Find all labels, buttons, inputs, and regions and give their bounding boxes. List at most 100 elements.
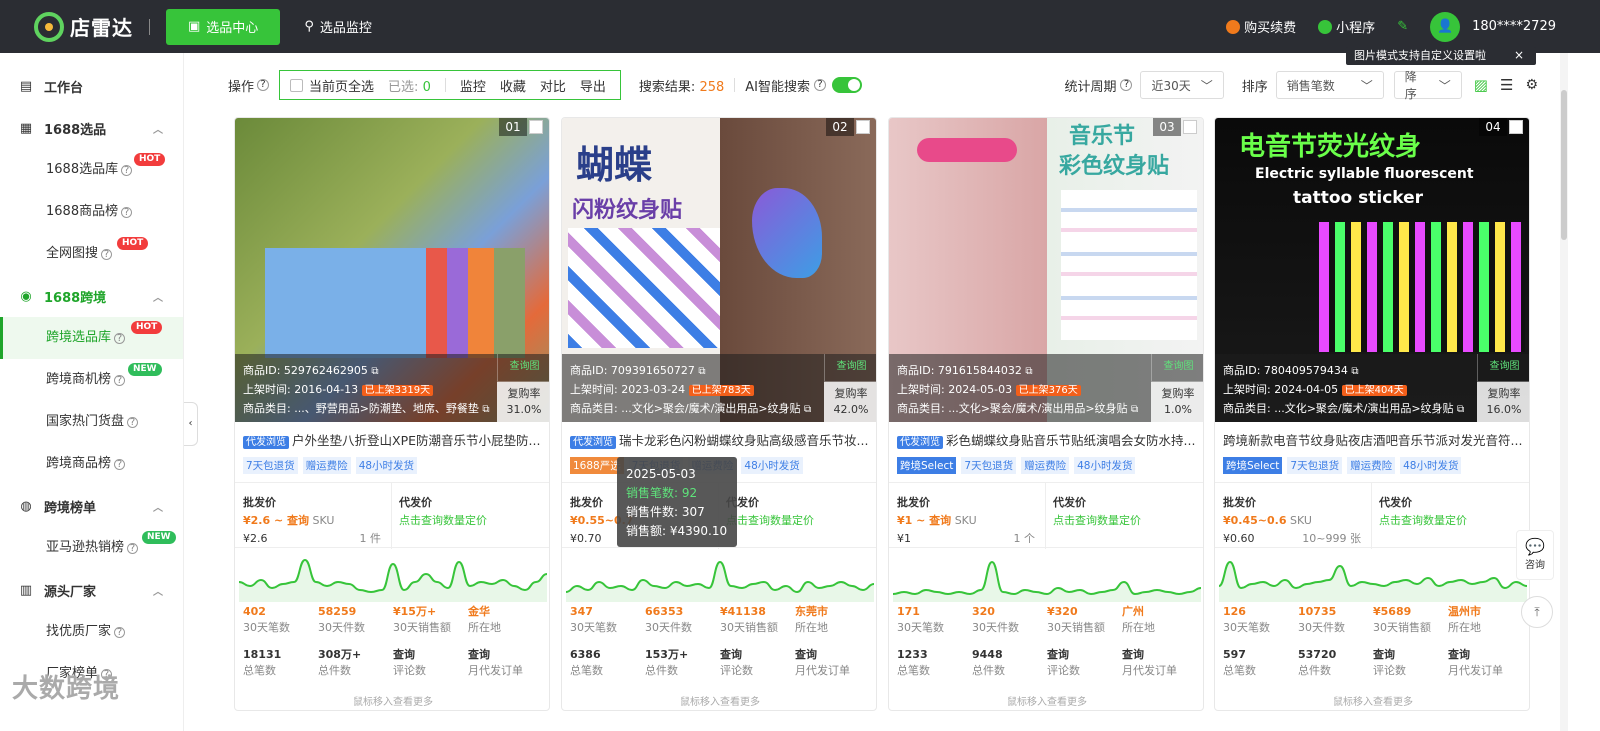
- sidebar-item-1688-goods[interactable]: 1688商品榜?: [0, 191, 183, 233]
- sidebar-label: 跨境商机榜: [46, 372, 112, 387]
- inspect-image-button[interactable]: 查询图: [1151, 354, 1203, 382]
- stat-reviews[interactable]: 查询: [1047, 647, 1122, 663]
- tooltip-orders: 销售笔数: 92: [626, 486, 698, 500]
- stat-30d-pieces: 320: [972, 605, 995, 618]
- nav-selection-center[interactable]: ▣ 选品中心: [166, 8, 281, 45]
- inspect-image-button[interactable]: 查询图: [497, 354, 549, 382]
- product-image[interactable]: 电音节荧光纹身 Electric syllable fluorescent tatt…: [1215, 118, 1529, 422]
- period-select[interactable]: 近30天 ﹀: [1140, 71, 1224, 99]
- stat-total-orders: 1233: [897, 648, 928, 661]
- product-card[interactable]: 蝴蝶 闪粉纹身贴 02 商品ID: 709391650727 ⧉ 上架时间: 20…: [561, 117, 877, 711]
- ai-search-toggle[interactable]: [832, 77, 862, 93]
- settings-icon[interactable]: ⚙: [1525, 77, 1538, 93]
- compare-button[interactable]: 对比: [540, 76, 566, 95]
- product-title[interactable]: 代发浏览 户外坐垫八折登山XPE防潮音乐节小屁垫防...: [243, 430, 547, 449]
- 1688-icon: ▦: [19, 120, 33, 136]
- stat-monthly-dropship[interactable]: 查询: [468, 647, 543, 663]
- monitor-button[interactable]: 监控: [460, 76, 486, 95]
- product-image[interactable]: 01 商品ID: 529762462905 ⧉ 上架时间: 2016-04-13…: [235, 118, 549, 422]
- dropship-price[interactable]: 代发价 点击查询数量定价: [726, 494, 814, 530]
- sidebar-item-cross-goods[interactable]: 跨境商品榜?: [0, 443, 183, 485]
- stat-30d-orders: 347: [570, 605, 593, 618]
- card-checkbox[interactable]: [1509, 120, 1523, 134]
- help-icon: ?: [257, 79, 270, 91]
- stat-monthly-dropship[interactable]: 查询: [1122, 647, 1197, 663]
- inspect-image-button[interactable]: 查询图: [1477, 354, 1529, 382]
- sales-trend-chart[interactable]: [239, 552, 547, 602]
- card-checkbox[interactable]: [529, 120, 543, 134]
- sales-trend-chart[interactable]: [1219, 552, 1527, 602]
- sidebar-item-cross-opp[interactable]: 跨境商机榜? NEW: [0, 359, 183, 401]
- sidebar-section-cross[interactable]: ◉ 1688跨境 ︿: [0, 275, 183, 317]
- edit-link[interactable]: ✎: [1397, 19, 1408, 34]
- stat-reviews[interactable]: 查询: [720, 647, 795, 663]
- inspect-image-button[interactable]: 查询图: [824, 354, 876, 382]
- favorite-button[interactable]: 收藏: [500, 76, 526, 95]
- product-image[interactable]: 音乐节 彩色纹身贴 03 商品ID: 791615844032 ⧉ 上架时间: 2…: [889, 118, 1203, 422]
- stat-30d-pieces: 10735: [1298, 605, 1337, 618]
- brand-logo[interactable]: 店雷达: [34, 11, 133, 42]
- select-all-label[interactable]: 当前页全选: [309, 76, 374, 95]
- watermark: 大数跨境: [12, 674, 121, 704]
- sort-field-select[interactable]: 销售笔数 ﹀: [1275, 71, 1384, 99]
- copy-icon: ⧉: [1457, 404, 1465, 415]
- sidebar-collapse-button[interactable]: ‹: [184, 402, 198, 446]
- sidebar-label: 1688商品榜: [46, 204, 119, 219]
- period-label: 统计周期: [1064, 79, 1117, 95]
- stat-monthly-dropship[interactable]: 查询: [1448, 647, 1523, 663]
- stat-total-orders: 18131: [243, 648, 282, 661]
- stat-reviews[interactable]: 查询: [393, 647, 468, 663]
- product-title[interactable]: 跨境新款电音节纹身贴夜店酒吧音乐节派对发光音符...: [1223, 430, 1527, 449]
- product-card[interactable]: 电音节荧光纹身 Electric syllable fluorescent tatt…: [1214, 117, 1530, 711]
- dropship-label: 代发浏览: [897, 436, 943, 449]
- sidebar-section-ranks[interactable]: ◍ 跨境榜单 ︿: [0, 485, 183, 527]
- nav-selection-monitor[interactable]: ⚲ 选品监控: [304, 17, 372, 36]
- category: 商品类目: ...文化>聚会/魔术/演出用品>纹身贴 ⧉: [570, 402, 812, 415]
- seat-pads: [265, 248, 525, 358]
- help-icon: ?: [101, 249, 113, 260]
- image-view-icon[interactable]: ▨: [1474, 76, 1488, 94]
- card-checkbox[interactable]: [1183, 120, 1197, 134]
- dropship-price[interactable]: 代发价 点击查询数量定价: [399, 494, 487, 530]
- list-view-icon[interactable]: ☰: [1500, 76, 1513, 94]
- sidebar-section-1688[interactable]: ▦ 1688选品 ︿: [0, 107, 183, 149]
- copy-icon: ⧉: [1351, 366, 1359, 377]
- stat-reviews[interactable]: 查询: [1373, 647, 1448, 663]
- sidebar-item-amazon[interactable]: 亚马逊热销榜? NEW: [0, 527, 183, 569]
- product-card[interactable]: 01 商品ID: 529762462905 ⧉ 上架时间: 2016-04-13…: [234, 117, 550, 711]
- consult-button[interactable]: 💬 咨询: [1516, 530, 1554, 580]
- sales-trend-chart[interactable]: [566, 552, 874, 602]
- stat-monthly-dropship[interactable]: 查询: [795, 647, 870, 663]
- product-title[interactable]: 代发浏览 彩色蝴蝶纹身贴音乐节贴纸演唱会女防水持...: [897, 430, 1201, 449]
- sidebar-item-image-search[interactable]: 全网图搜? HOT: [0, 233, 183, 275]
- sales-trend-chart[interactable]: [893, 552, 1201, 602]
- sort-dir-select[interactable]: 降序 ﹀: [1393, 70, 1462, 101]
- chevron-left-icon: ‹: [188, 418, 193, 429]
- sidebar-section-factory[interactable]: ▥ 源头厂家 ︿: [0, 569, 183, 611]
- user-menu[interactable]: 👤 180****2729: [1430, 11, 1556, 42]
- image-subtitle: 闪粉纹身贴: [572, 198, 683, 223]
- sidebar-item-cross-lib[interactable]: 跨境选品库? HOT: [0, 317, 183, 359]
- product-card[interactable]: 音乐节 彩色纹身贴 03 商品ID: 791615844032 ⧉ 上架时间: 2…: [888, 117, 1204, 711]
- hot-badge: HOT: [117, 237, 149, 250]
- sidebar-item-1688-lib[interactable]: 1688选品库? HOT: [0, 149, 183, 191]
- tooltip-date: 2025-05-03: [626, 467, 696, 481]
- card-checkbox[interactable]: [856, 120, 870, 134]
- dropship-price[interactable]: 代发价 点击查询数量定价: [1053, 494, 1141, 530]
- stat-total-pieces: 53720: [1298, 648, 1337, 661]
- scrollbar-thumb[interactable]: [1561, 90, 1567, 240]
- buy-renew-link[interactable]: 购买续费: [1226, 17, 1296, 36]
- consult-label: 咨询: [1525, 560, 1545, 571]
- close-icon[interactable]: ×: [1514, 48, 1524, 62]
- mini-program-link[interactable]: 小程序: [1318, 17, 1375, 36]
- dropship-price[interactable]: 代发价 点击查询数量定价: [1379, 494, 1467, 530]
- select-all-checkbox[interactable]: [290, 78, 304, 92]
- product-image[interactable]: 蝴蝶 闪粉纹身贴 02 商品ID: 709391650727 ⧉ 上架时间: 20…: [562, 118, 876, 422]
- scroll-top-button[interactable]: ⤒: [1521, 596, 1553, 628]
- sidebar-item-hot-market[interactable]: 国家热门货盘?: [0, 401, 183, 443]
- product-title[interactable]: 代发浏览 瑞卡龙彩色闪粉蝴蝶纹身贴高级感音乐节妆...: [570, 430, 874, 449]
- sidebar-item-workbench[interactable]: ▤ 工作台: [0, 65, 183, 107]
- dropship-label: 代发浏览: [243, 436, 289, 449]
- sidebar-item-find-factory[interactable]: 找优质厂家?: [0, 611, 183, 653]
- export-button[interactable]: 导出: [580, 76, 606, 95]
